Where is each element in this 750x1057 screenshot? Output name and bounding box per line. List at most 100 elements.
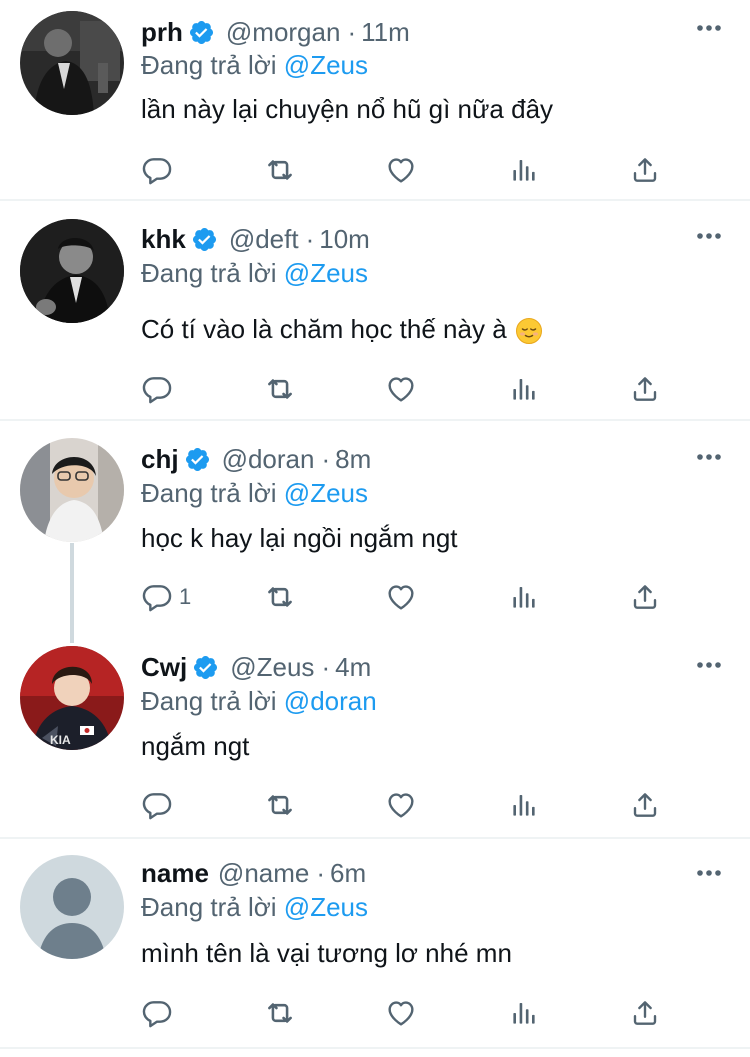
views-icon [509,790,539,820]
verified-badge-icon [184,446,211,473]
like-button[interactable] [385,371,417,407]
handle[interactable]: @name [218,858,309,889]
heart-icon [385,581,417,613]
retweet-button[interactable] [263,579,297,615]
display-name[interactable]: prh [141,17,183,48]
avatar[interactable] [20,219,124,323]
avatar[interactable] [20,438,124,542]
share-icon [630,998,660,1028]
avatar[interactable] [20,11,124,115]
retweet-button[interactable] [263,787,297,823]
tweet-text: học k hay lại ngồi ngắm ngt [141,523,458,553]
heart-icon [385,789,417,821]
tweet[interactable]: name @name · 6m Đang trả lời @Zeus mình … [0,839,750,1047]
reply-button[interactable] [141,371,179,407]
mention-link[interactable]: @doran [284,686,377,716]
timestamp[interactable]: 8m [335,444,371,475]
views-button[interactable] [509,152,539,188]
views-button[interactable] [509,579,539,615]
tweet[interactable]: prh @morgan · 11m Đang trả lời @Zeus lần… [0,0,750,199]
more-icon[interactable] [696,661,722,669]
heart-icon [385,154,417,186]
divider [0,1047,750,1049]
reply-button[interactable] [141,152,179,188]
jersey-logo: KIA [50,733,71,747]
separator: · [321,443,331,474]
more-icon[interactable] [696,24,722,32]
reply-button[interactable] [141,787,179,823]
retweet-button[interactable] [263,371,297,407]
replying-to: Đang trả lời @Zeus [141,258,368,289]
reply-icon [141,154,173,186]
retweet-icon [263,996,297,1030]
display-name[interactable]: Cwj [141,652,187,683]
reply-count: 1 [179,584,192,609]
views-icon [509,582,539,612]
replying-to-label: Đang trả lời [141,258,277,288]
mention-link[interactable]: @Zeus [284,892,368,922]
tweet[interactable]: chj @doran · 8m Đang trả lời @Zeus học k… [0,421,750,643]
action-bar: 1 [141,579,681,615]
handle[interactable]: @doran [222,444,315,475]
replying-to-label: Đang trả lời [141,50,277,80]
mention-link[interactable]: @Zeus [284,50,368,80]
views-button[interactable] [509,787,539,823]
verified-badge-icon [191,226,218,253]
avatar[interactable]: KIA [20,646,124,750]
mention-link[interactable]: @Zeus [284,478,368,508]
timestamp[interactable]: 6m [330,858,366,889]
tweet[interactable]: KIA Cwj @Zeus · 4m Đang trả lời @doran n… [0,629,750,837]
retweet-button[interactable] [263,152,297,188]
views-button[interactable] [509,371,539,407]
relieved-face-emoji [515,318,542,345]
handle[interactable]: @morgan [226,17,341,48]
reply-button[interactable]: 1 [141,579,191,615]
avatar[interactable] [20,855,124,959]
replying-to-label: Đang trả lời [141,686,277,716]
like-button[interactable] [385,152,417,188]
display-name[interactable]: chj [141,444,179,475]
share-icon [630,582,660,612]
like-button[interactable] [385,995,417,1031]
share-button[interactable] [630,152,660,188]
like-button[interactable] [385,579,417,615]
handle[interactable]: @deft [229,224,299,255]
views-button[interactable] [509,995,539,1031]
more-icon[interactable] [696,453,722,461]
default-avatar-icon [20,855,124,959]
views-icon [509,998,539,1028]
reply-icon [141,789,173,821]
display-name[interactable]: khk [141,224,186,255]
timestamp[interactable]: 4m [335,652,371,683]
timestamp[interactable]: 11m [361,17,410,48]
share-button[interactable] [630,579,660,615]
share-button[interactable] [630,995,660,1031]
separator: · [305,223,315,254]
handle[interactable]: @Zeus [230,652,314,683]
timestamp[interactable]: 10m [319,224,370,255]
replying-to-label: Đang trả lời [141,892,277,922]
reply-button[interactable] [141,995,179,1031]
tweet-text: Có tí vào là chăm học thế này à [141,314,507,344]
retweet-button[interactable] [263,995,297,1031]
more-icon[interactable] [696,869,722,877]
separator: · [347,16,357,47]
like-button[interactable] [385,787,417,823]
mention-link[interactable]: @Zeus [284,258,368,288]
retweet-icon [263,580,297,614]
display-name[interactable]: name [141,858,209,889]
replying-to: Đang trả lời @doran [141,686,377,717]
views-icon [509,155,539,185]
more-icon[interactable] [696,232,722,240]
replying-to-label: Đang trả lời [141,478,277,508]
tweet[interactable]: khk @deft · 10m Đang trả lời @Zeus Có tí… [0,201,750,419]
action-bar [141,152,681,188]
tweet-text: lần này lại chuyện nổ hũ gì nữa đây [141,94,554,124]
share-button[interactable] [630,787,660,823]
retweet-icon [263,153,297,187]
thread-line [70,543,74,643]
share-button[interactable] [630,371,660,407]
replying-to: Đang trả lời @Zeus [141,478,368,509]
action-bar [141,371,681,407]
reply-icon [141,581,173,613]
